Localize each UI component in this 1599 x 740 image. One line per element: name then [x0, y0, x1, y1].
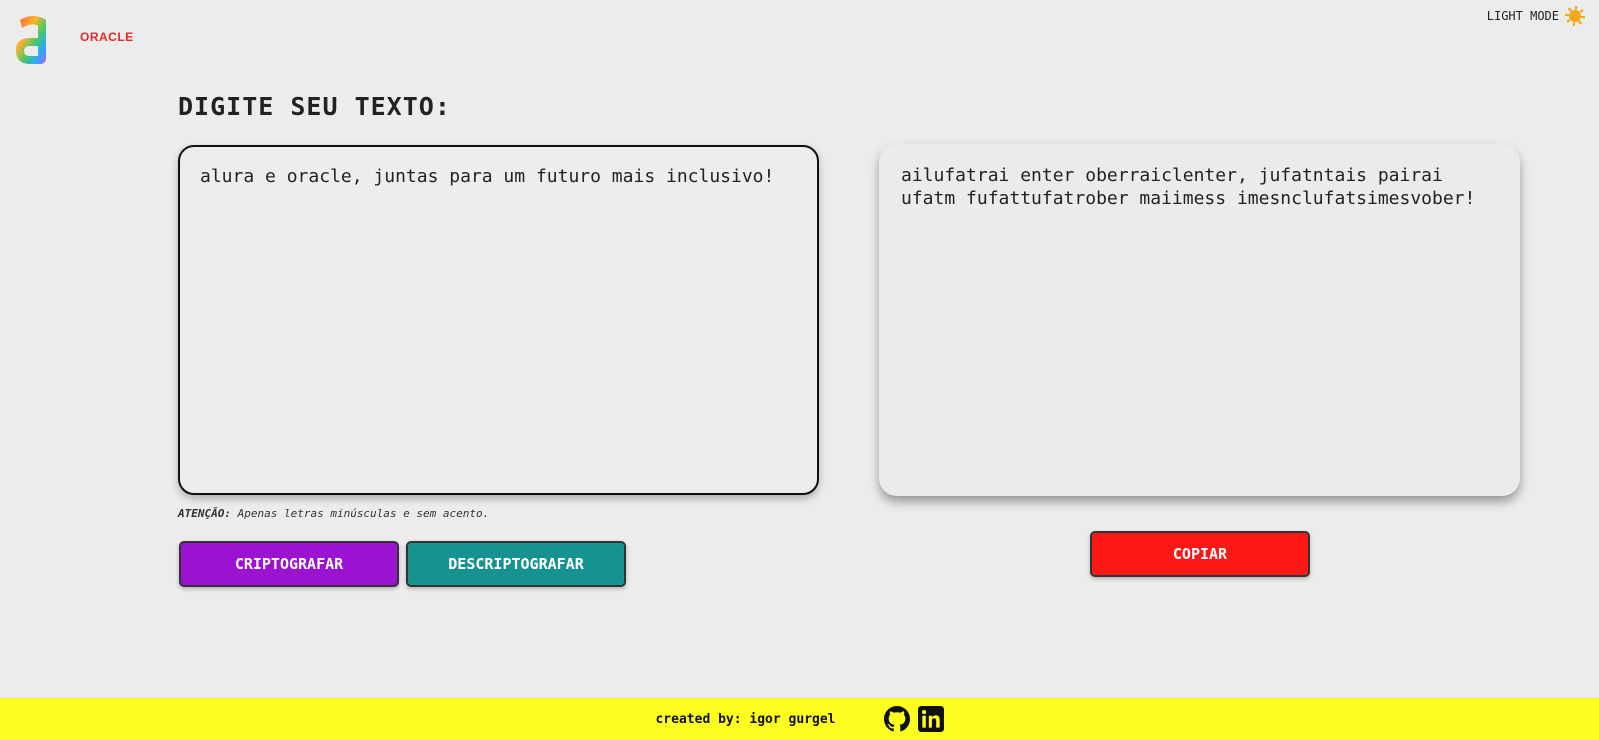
sun-icon[interactable]: [1565, 6, 1585, 26]
social-links: [883, 706, 944, 732]
oracle-logo: ORACLE: [80, 30, 134, 44]
decrypt-button[interactable]: DESCRIPTOGRAFAR: [406, 541, 626, 587]
page-title: DIGITE SEU TEXTO:: [178, 92, 451, 121]
text-input[interactable]: [178, 145, 819, 495]
hint-label: ATENÇÃO:: [178, 507, 231, 520]
footer: created by: igor gurgel: [0, 698, 1599, 740]
theme-toggle-label: LIGHT MODE: [1486, 9, 1559, 23]
footer-credit: created by: igor gurgel: [655, 711, 836, 727]
hint-text: ATENÇÃO: Apenas letras minúsculas e sem …: [178, 507, 489, 520]
hint-body: Apenas letras minúsculas e sem acento.: [230, 507, 490, 520]
github-icon[interactable]: [883, 706, 910, 732]
alura-logo: [14, 12, 54, 66]
theme-toggle[interactable]: LIGHT MODE: [1487, 6, 1585, 26]
output-area: ailufatrai enter oberraiclenter, jufatnt…: [879, 144, 1520, 496]
encrypt-button[interactable]: CRIPTOGRAFAR: [179, 541, 399, 587]
copy-button[interactable]: COPIAR: [1090, 531, 1310, 577]
linkedin-icon[interactable]: [917, 706, 944, 732]
